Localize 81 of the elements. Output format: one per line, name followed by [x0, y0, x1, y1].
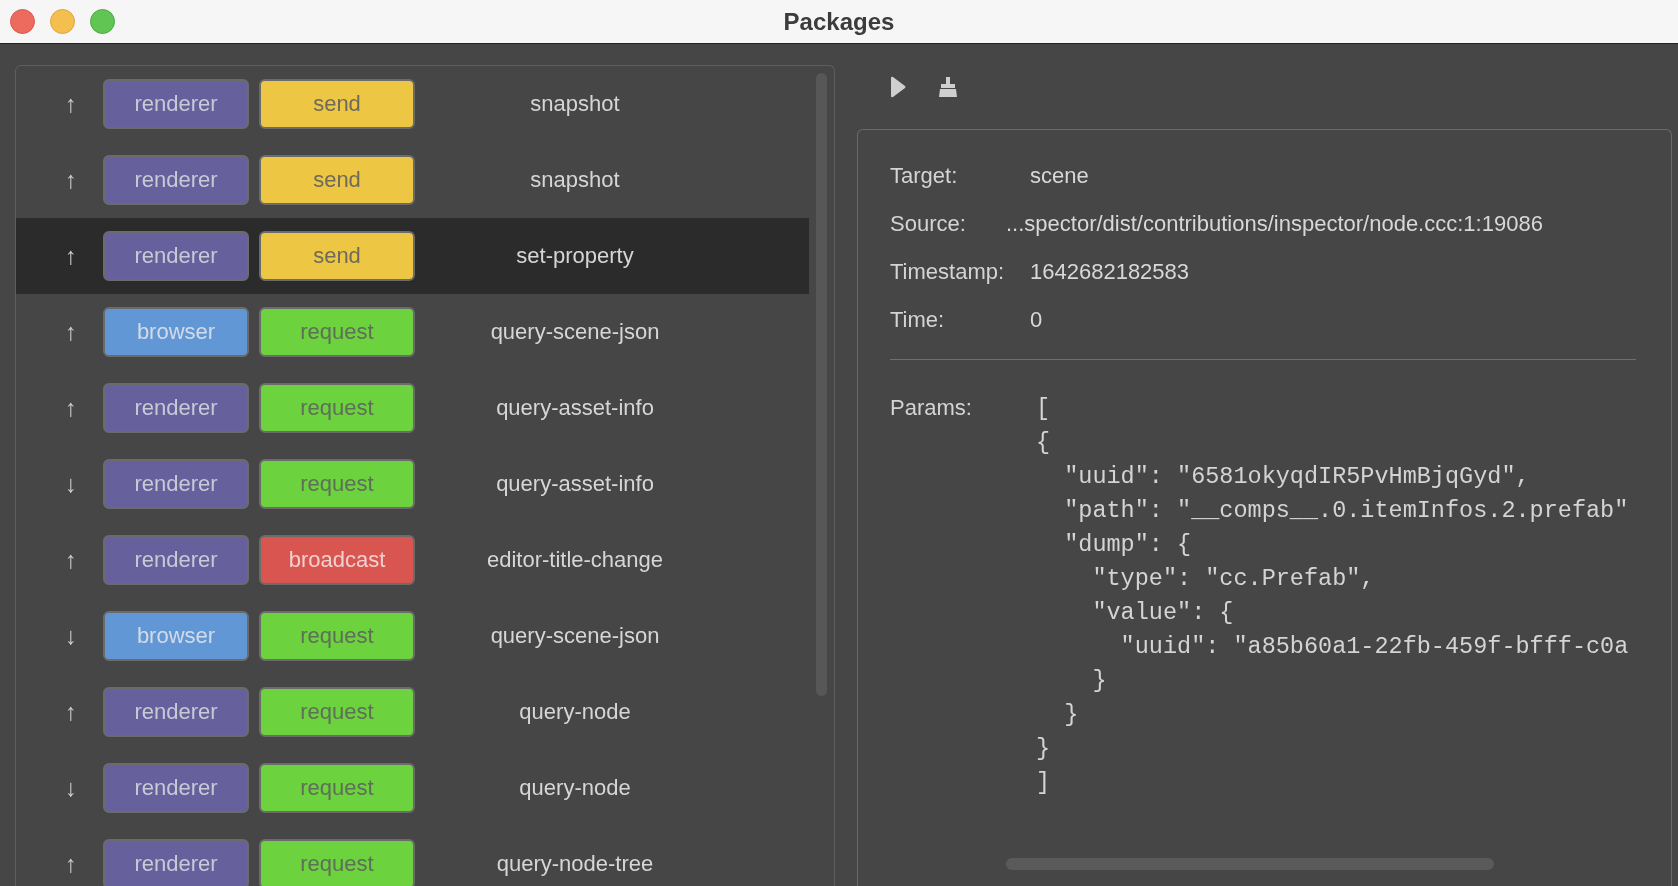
direction-arrow: ↑	[64, 546, 78, 574]
broom-icon[interactable]	[938, 75, 958, 98]
process-tag: renderer	[103, 383, 249, 433]
message-row[interactable]: ↑ renderer request query-asset-info	[16, 370, 809, 446]
zoom-button[interactable]	[90, 9, 115, 34]
message-type-tag: request	[259, 383, 415, 433]
direction-arrow: ↑	[64, 90, 78, 118]
direction-arrow: ↑	[64, 242, 78, 270]
message-type-tag: request	[259, 687, 415, 737]
message-name: query-node	[518, 775, 632, 801]
code-line: ]	[1036, 768, 1052, 798]
code-line: {	[1036, 428, 1052, 458]
message-name: set-property	[515, 243, 635, 269]
field-label: Target:	[890, 162, 959, 190]
code-line: "uuid": "a85b60a1-22fb-459f-bfff-c0a	[1119, 632, 1630, 662]
minimize-button[interactable]	[50, 9, 75, 34]
close-button[interactable]	[10, 9, 35, 34]
field-label: Params:	[890, 394, 973, 422]
code-line: "dump": {	[1063, 530, 1193, 560]
message-type-tag: request	[259, 307, 415, 357]
message-name: query-scene-json	[489, 319, 661, 345]
code-line: "uuid": "6581okyqdIR5PvHmBjqGyd",	[1063, 462, 1531, 492]
process-tag: browser	[103, 611, 249, 661]
message-name: query-node-tree	[495, 851, 655, 877]
code-line: "path": "__comps__.0.itemInfos.2.prefab"	[1063, 496, 1630, 526]
direction-arrow: ↓	[64, 774, 78, 802]
process-tag: renderer	[103, 231, 249, 281]
direction-arrow: ↑	[64, 166, 78, 194]
field-value: 1642682182583	[1030, 258, 1191, 286]
message-name: snapshot	[529, 91, 621, 117]
message-row[interactable]: ↑ renderer send set-property	[16, 218, 809, 294]
message-row[interactable]: ↑ renderer request query-node-tree	[16, 826, 809, 886]
message-name: snapshot	[529, 167, 621, 193]
message-row[interactable]: ↑ browser request query-scene-json	[16, 294, 809, 370]
message-name: query-scene-json	[489, 623, 661, 649]
process-tag: renderer	[103, 79, 249, 129]
message-type-tag: send	[259, 231, 415, 281]
field-value: ...spector/dist/contributions/inspector/node.ccc:1:19086	[1006, 210, 1544, 238]
message-type-tag: request	[259, 763, 415, 813]
code-line: }	[1036, 734, 1052, 764]
direction-arrow: ↑	[64, 318, 78, 346]
direction-arrow: ↑	[64, 394, 78, 422]
process-tag: renderer	[103, 687, 249, 737]
message-row[interactable]: ↓ browser request query-scene-json	[16, 598, 809, 674]
field-value: 0	[1030, 306, 1044, 334]
message-name: query-node	[518, 699, 632, 725]
message-name: editor-title-change	[485, 547, 665, 573]
direction-arrow: ↓	[64, 470, 78, 498]
code-line: "value": {	[1091, 598, 1235, 628]
code-line: }	[1091, 666, 1108, 696]
process-tag: renderer	[103, 535, 249, 585]
message-row[interactable]: ↑ renderer request query-node	[16, 674, 809, 750]
process-tag: renderer	[103, 459, 249, 509]
process-tag: renderer	[103, 155, 249, 205]
field-value: scene	[1030, 162, 1090, 190]
code-line: [	[1036, 394, 1052, 424]
direction-arrow: ↓	[64, 622, 78, 650]
direction-arrow: ↑	[64, 850, 78, 878]
message-row[interactable]: ↓ renderer request query-node	[16, 750, 809, 826]
process-tag: browser	[103, 307, 249, 357]
message-name: query-asset-info	[495, 471, 655, 497]
message-name: query-asset-info	[495, 395, 655, 421]
code-line: "type": "cc.Prefab",	[1091, 564, 1376, 594]
message-row[interactable]: ↑ renderer send snapshot	[16, 66, 809, 142]
message-row[interactable]: ↓ renderer request query-asset-info	[16, 446, 809, 522]
window-title: Packages	[783, 7, 895, 36]
message-type-tag: send	[259, 79, 415, 129]
message-type-tag: request	[259, 839, 415, 886]
play-icon[interactable]	[890, 75, 906, 98]
message-row[interactable]: ↑ renderer broadcast editor-title-change	[16, 522, 809, 598]
message-row[interactable]: ↑ renderer send snapshot	[16, 142, 809, 218]
message-type-tag: request	[259, 611, 415, 661]
process-tag: renderer	[103, 839, 249, 886]
message-type-tag: broadcast	[259, 535, 415, 585]
code-line: }	[1063, 700, 1080, 730]
process-tag: renderer	[103, 763, 249, 813]
message-type-tag: send	[259, 155, 415, 205]
direction-arrow: ↑	[64, 698, 78, 726]
message-type-tag: request	[259, 459, 415, 509]
field-label: Timestamp:	[890, 258, 1006, 286]
field-label: Time:	[890, 306, 946, 334]
